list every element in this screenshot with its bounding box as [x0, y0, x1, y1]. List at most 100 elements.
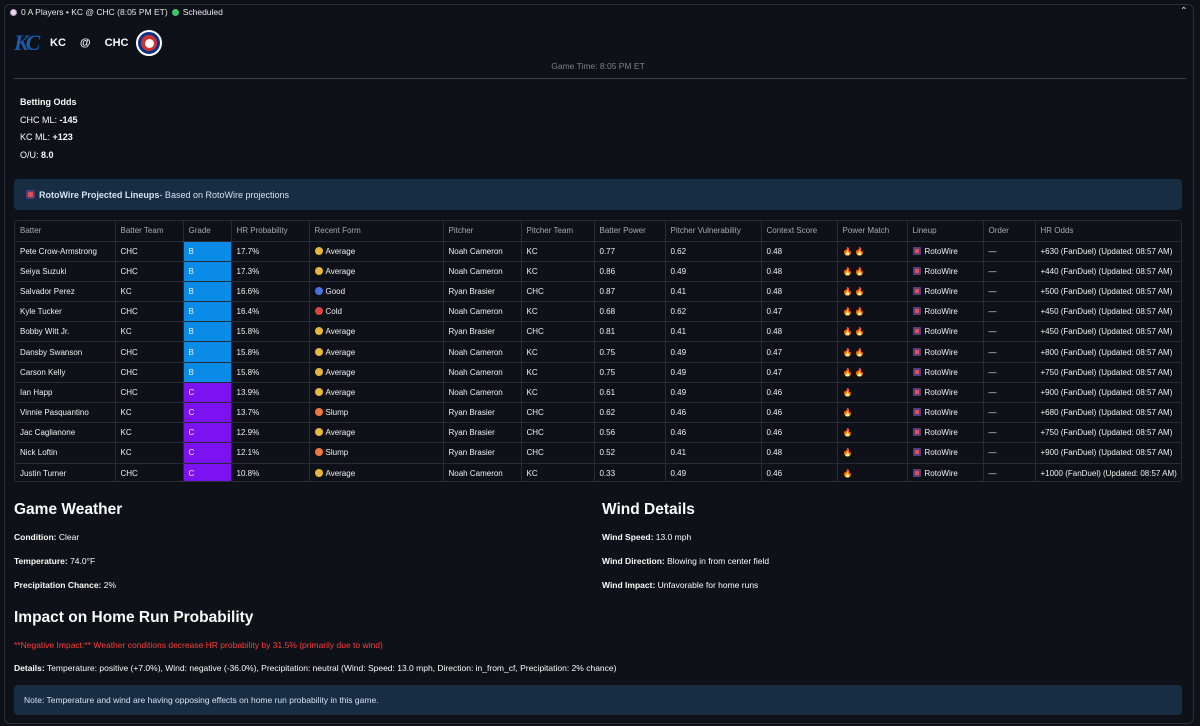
- cell-flames: 🔥: [837, 402, 908, 424]
- away-team: KC: [50, 37, 66, 49]
- table-row[interactable]: Salvador Perez KC B 16.6% Good Ryan Brasier CH…: [15, 281, 1181, 303]
- column-header[interactable]: Batter: [15, 221, 116, 242]
- table-row[interactable]: Kyle Tucker CHC B 16.4% Cold Noah Cameron KC 0.…: [15, 301, 1181, 323]
- column-header[interactable]: Power Match: [837, 221, 908, 242]
- column-header[interactable]: Grade: [183, 221, 232, 242]
- cell-form: Average: [309, 241, 444, 262]
- rotowire-icon: [912, 286, 921, 295]
- cell-team: CHC: [115, 261, 184, 282]
- cell-pitcher: Ryan Brasier: [443, 321, 522, 343]
- cell-order: —: [983, 402, 1036, 424]
- cell-grade: B: [183, 241, 232, 262]
- table-row[interactable]: Jac Caglianone KC C 12.9% Average Ryan Brasie…: [15, 422, 1181, 444]
- lineup-table[interactable]: Batter Batter Team Grade HR Probability Rece…: [14, 220, 1182, 482]
- flame-icon: 🔥: [842, 387, 853, 397]
- table-row[interactable]: Justin Turner CHC C 10.8% Average Noah Camero…: [15, 463, 1181, 481]
- cell-power: 0.52: [594, 442, 666, 464]
- cell-team: KC: [115, 402, 184, 424]
- column-header[interactable]: Pitcher: [443, 221, 522, 242]
- negative-impact-text: **Negative Impact:** Weather conditions …: [14, 640, 383, 650]
- form-average-icon: [314, 327, 323, 336]
- cell-lineup: RotoWire: [907, 402, 984, 424]
- flame-icon: 🔥: [842, 347, 853, 357]
- flame-icon: 🔥: [854, 327, 865, 337]
- cell-pteam: KC: [521, 261, 595, 282]
- cell-flames: 🔥 🔥: [837, 341, 908, 363]
- rotowire-icon: [912, 408, 921, 417]
- rotowire-icon: [26, 190, 35, 199]
- column-header[interactable]: Order: [983, 221, 1036, 242]
- cell-power: 0.68: [594, 301, 666, 323]
- collapse-chevron-icon[interactable]: ⌃: [1180, 6, 1188, 17]
- kc-moneyline: KC ML: +123: [20, 132, 73, 142]
- cell-lineup: RotoWire: [907, 442, 984, 464]
- cell-odds: +900 (FanDuel) (Updated: 08:57 AM): [1035, 442, 1181, 464]
- cell-lineup: RotoWire: [907, 281, 984, 303]
- cell-context: 0.48: [761, 261, 838, 282]
- cell-pitcher: Noah Cameron: [443, 362, 522, 383]
- cell-hr: 10.8%: [231, 463, 310, 481]
- cell-pitcher: Ryan Brasier: [443, 442, 522, 464]
- cell-hr: 13.9%: [231, 382, 310, 404]
- cell-flames: 🔥 🔥: [837, 241, 908, 262]
- column-header[interactable]: HR Probability: [231, 221, 310, 242]
- table-row[interactable]: Carson Kelly CHC B 15.8% Average Noah Cameron…: [15, 362, 1181, 383]
- cell-lineup: RotoWire: [907, 261, 984, 282]
- cell-power: 0.87: [594, 281, 666, 303]
- column-header[interactable]: Pitcher Vulnerability: [665, 221, 762, 242]
- table-row[interactable]: Ian Happ CHC C 13.9% Average Noah Cameron KC 0.…: [15, 382, 1181, 404]
- home-team: CHC: [104, 37, 129, 49]
- table-row[interactable]: Vinnie Pasquantino KC C 13.7% Slump Ryan Bras…: [15, 402, 1181, 424]
- table-row[interactable]: Seiya Suzuki CHC B 17.3% Average Noah Cameron…: [15, 261, 1181, 282]
- cell-vuln: 0.49: [665, 463, 762, 481]
- table-row[interactable]: Bobby Witt Jr. KC B 15.8% Average Ryan Brasie…: [15, 321, 1181, 343]
- cell-team: CHC: [115, 362, 184, 383]
- table-row[interactable]: Pete Crow-Armstrong CHC B 17.7% Average Noah …: [15, 241, 1181, 262]
- cell-order: —: [983, 281, 1036, 303]
- flame-icon: 🔥: [842, 327, 853, 337]
- cell-hr: 12.9%: [231, 422, 310, 444]
- column-header[interactable]: Context Score: [761, 221, 838, 242]
- cell-batter: Justin Turner: [15, 463, 116, 481]
- cell-form: Average: [309, 341, 444, 363]
- form-average-icon: [314, 266, 323, 275]
- cell-pitcher: Noah Cameron: [443, 463, 522, 481]
- cell-odds: +900 (FanDuel) (Updated: 08:57 AM): [1035, 382, 1181, 404]
- cell-power: 0.61: [594, 382, 666, 404]
- cell-team: KC: [115, 321, 184, 343]
- column-header[interactable]: Batter Team: [115, 221, 184, 242]
- cell-order: —: [983, 362, 1036, 383]
- form-slump-icon: [314, 408, 323, 417]
- column-header[interactable]: Recent Form: [309, 221, 444, 242]
- cell-form: Average: [309, 362, 444, 383]
- impact-details: Details: Temperature: positive (+7.0%), …: [14, 663, 617, 673]
- cell-pteam: KC: [521, 341, 595, 363]
- column-header[interactable]: Batter Power: [594, 221, 666, 242]
- cell-power: 0.75: [594, 362, 666, 383]
- column-header[interactable]: Pitcher Team: [521, 221, 595, 242]
- column-header[interactable]: Lineup: [907, 221, 984, 242]
- game-status: Scheduled: [182, 7, 223, 17]
- flame-icon: 🔥: [842, 468, 853, 478]
- cell-pteam: CHC: [521, 402, 595, 424]
- table-row[interactable]: Dansby Swanson CHC B 15.8% Average Noah Camer…: [15, 341, 1181, 363]
- cell-power: 0.86: [594, 261, 666, 282]
- flame-icon: 🔥: [842, 266, 853, 276]
- flame-icon: 🔥: [842, 286, 853, 296]
- game-summary: 0 A Players • KC @ CHC (8:05 PM ET): [21, 7, 168, 17]
- cell-lineup: RotoWire: [907, 382, 984, 404]
- cell-context: 0.46: [761, 463, 838, 481]
- table-row[interactable]: Nick Loftin KC C 12.1% Slump Ryan Brasier CHC 0…: [15, 442, 1181, 464]
- game-expander-header[interactable]: 0 A Players • KC @ CHC (8:05 PM ET) Sche…: [10, 7, 223, 17]
- cell-batter: Ian Happ: [15, 382, 116, 404]
- cell-vuln: 0.49: [665, 382, 762, 404]
- rotowire-icon: [912, 468, 921, 477]
- cell-order: —: [983, 442, 1036, 464]
- flame-icon: 🔥: [842, 448, 853, 458]
- flame-icon: 🔥: [842, 367, 853, 377]
- weather-condition: Condition: Clear: [14, 532, 80, 542]
- cell-team: CHC: [115, 463, 184, 481]
- column-header[interactable]: HR Odds: [1035, 221, 1181, 242]
- cell-odds: +800 (FanDuel) (Updated: 08:57 AM): [1035, 341, 1181, 363]
- cell-pteam: CHC: [521, 442, 595, 464]
